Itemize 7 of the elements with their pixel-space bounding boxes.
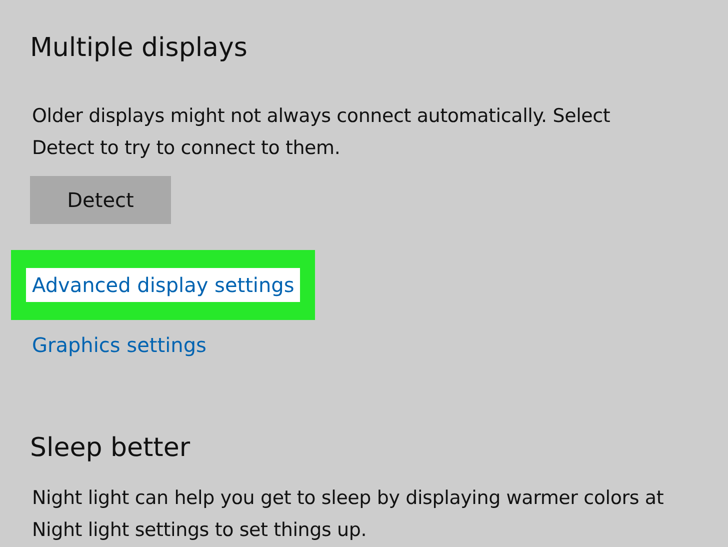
detect-button[interactable]: Detect [30, 176, 171, 224]
settings-link[interactable]: Advanced display settings [26, 268, 300, 302]
description-text: Night light can help you get to sleep by displaying warmer colors at Night light settings to set things up. [31, 486, 664, 543]
section-heading: Multiple displays [30, 32, 248, 65]
section-heading: Sleep better [30, 432, 190, 465]
description-text: Older displays might not always connect automatically. Select Detect to try to connect to them. [31, 104, 610, 161]
settings-link[interactable]: Graphics settings [26, 328, 212, 362]
